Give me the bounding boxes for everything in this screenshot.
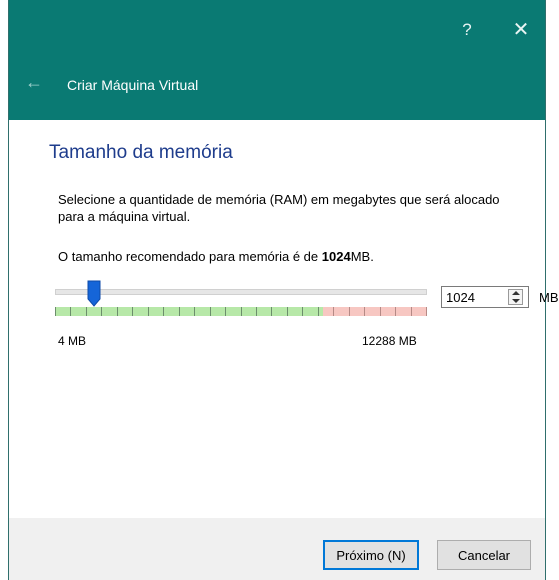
cancel-button[interactable]: Cancelar — [437, 540, 531, 570]
slider-tick — [148, 307, 149, 316]
dialog-footer: Próximo (N) Cancelar — [9, 518, 545, 580]
close-icon: ✕ — [512, 19, 530, 41]
close-button[interactable]: ✕ — [501, 14, 541, 46]
slider-tick — [70, 307, 71, 316]
slider-tick — [349, 307, 350, 316]
spin-down-icon[interactable] — [512, 299, 520, 303]
back-button[interactable]: ← — [25, 72, 49, 92]
dialog-window: ? ✕ ← Criar Máquina Virtual Tamanho da m… — [8, 0, 559, 580]
help-icon: ? — [462, 20, 472, 39]
slider-track[interactable] — [55, 289, 427, 295]
slider-tick — [55, 307, 56, 316]
slider-min-label: 4 MB — [58, 334, 87, 348]
slider-tick — [117, 307, 118, 316]
spin-buttons[interactable] — [508, 289, 523, 305]
slider-tick — [132, 307, 133, 316]
slider-thumb[interactable] — [87, 280, 101, 308]
slider-tick — [194, 307, 195, 316]
slider-tick — [210, 307, 211, 316]
description-text: Selecione a quantidade de memória (RAM) … — [58, 192, 500, 224]
recommendation-text: O tamanho recomendado para memória é de … — [58, 249, 374, 264]
memory-input[interactable] — [444, 288, 504, 306]
recommendation-prefix: O tamanho recomendado para memória é de — [58, 249, 322, 264]
slider-tick — [86, 307, 87, 316]
slider-tick — [179, 307, 180, 316]
slider-tick — [163, 307, 164, 316]
dialog-content: Tamanho da memória Selecione a quantidad… — [9, 120, 559, 518]
help-button[interactable]: ? — [447, 14, 487, 46]
memory-spinbox[interactable] — [441, 286, 529, 308]
slider-tick — [225, 307, 226, 316]
page-heading: Tamanho da memória — [49, 142, 233, 163]
slider-tick — [380, 307, 381, 316]
slider-tick — [241, 307, 242, 316]
recommended-value: 1024 — [321, 249, 351, 264]
slider-tick — [302, 307, 303, 316]
slider-tick — [411, 307, 412, 316]
slider-tick — [271, 307, 272, 316]
slider-tick — [395, 307, 396, 316]
slider-tick — [101, 307, 102, 316]
memory-slider[interactable] — [55, 280, 429, 330]
slider-max-label: 12288 MB — [362, 334, 417, 348]
slider-tick — [333, 307, 334, 316]
memory-unit-label: MB — [539, 290, 559, 305]
slider-tick — [426, 307, 427, 316]
recommendation-suffix: MB. — [350, 249, 374, 264]
spin-up-icon[interactable] — [512, 291, 520, 295]
dialog-header: ? ✕ ← Criar Máquina Virtual — [9, 0, 545, 120]
slider-tick — [318, 307, 319, 316]
back-arrow-icon: ← — [25, 72, 43, 92]
slider-tick — [364, 307, 365, 316]
next-button[interactable]: Próximo (N) — [323, 540, 419, 570]
slider-tick — [287, 307, 288, 316]
slider-tick — [256, 307, 257, 316]
dialog-title: Criar Máquina Virtual — [67, 77, 199, 93]
slider-ticks — [55, 307, 427, 316]
